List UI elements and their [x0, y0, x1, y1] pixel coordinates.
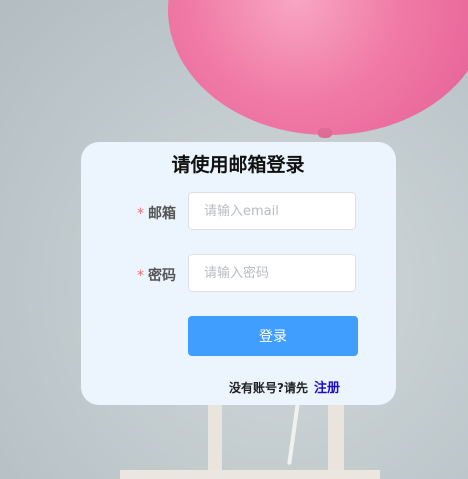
chair-leg-left: [208, 400, 222, 479]
email-input[interactable]: [188, 192, 356, 230]
balloon-knot: [318, 128, 332, 138]
login-button[interactable]: 登录: [188, 316, 358, 356]
password-label-row: * 密码: [137, 265, 176, 285]
required-mark: *: [137, 268, 144, 284]
login-title: 请使用邮箱登录: [171, 154, 305, 176]
email-label: 邮箱: [148, 206, 176, 222]
register-prompt: 没有账号?请先: [229, 381, 308, 395]
register-link[interactable]: 注册: [314, 381, 340, 396]
pink-balloon: [168, 0, 468, 135]
register-prompt-row: 没有账号?请先 注册: [229, 377, 340, 396]
balloon-string: [287, 395, 301, 465]
chair-seat: [120, 470, 380, 479]
chair-leg-right: [328, 400, 344, 479]
password-label: 密码: [148, 268, 176, 284]
required-mark: *: [137, 206, 144, 222]
email-label-row: * 邮箱: [137, 203, 176, 223]
password-input[interactable]: [188, 254, 356, 292]
